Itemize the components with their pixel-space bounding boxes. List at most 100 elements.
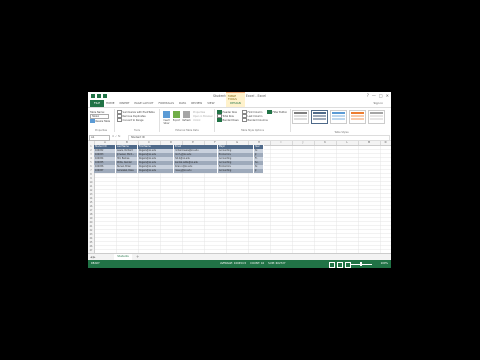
fx-icon[interactable]: ✕ ✓ fx bbox=[112, 135, 120, 138]
table-cell[interactable]: Accounting bbox=[218, 169, 254, 173]
window-controls: ? — □ ✕ bbox=[367, 93, 389, 98]
filter-button-label: Filter Button bbox=[272, 110, 288, 114]
normal-view-icon[interactable] bbox=[329, 261, 335, 268]
summarize-pivottable-label: Summarize with PivotTable bbox=[122, 110, 155, 114]
group-external-data: Insert Slicer Export Refresh Properties … bbox=[160, 109, 215, 132]
column-header[interactable]: L bbox=[336, 141, 359, 145]
swatch-header bbox=[351, 112, 364, 114]
worksheet-grid[interactable]: A B C D E F G H I J K L M N 1 2 3 4 5 6 7 8 9 10 1… bbox=[88, 141, 391, 253]
swatch-band bbox=[370, 118, 383, 120]
insert-slicer-button[interactable]: Insert Slicer bbox=[162, 111, 171, 125]
help-icon[interactable]: ? bbox=[367, 93, 369, 98]
group-label-properties: Properties bbox=[94, 129, 108, 132]
swatch-band bbox=[313, 118, 326, 120]
tab-home[interactable]: HOME bbox=[106, 101, 115, 105]
table-styles-gallery bbox=[292, 110, 385, 124]
table-cell[interactable]: Gonzalez, Rosa bbox=[116, 169, 138, 173]
table-style-swatch[interactable] bbox=[368, 110, 385, 124]
tab-review[interactable]: REVIEW bbox=[191, 101, 202, 105]
group-label-style-options: Table Style Options bbox=[241, 129, 264, 132]
table-style-swatch[interactable] bbox=[330, 110, 347, 124]
banded-rows-label: Banded Rows bbox=[222, 118, 239, 122]
unlink-label: Unlink bbox=[193, 118, 201, 122]
column-header[interactable]: I bbox=[270, 141, 293, 145]
group-style-options: Header Row Total Row Banded Rows First C… bbox=[215, 109, 291, 132]
tab-design[interactable]: DESIGN bbox=[226, 100, 245, 107]
table-cell[interactable]: Jr. bbox=[254, 169, 264, 173]
page-break-view-icon[interactable] bbox=[345, 261, 351, 268]
first-column-label: First Column bbox=[247, 110, 263, 114]
filter-button-checkbox[interactable]: Filter Button bbox=[267, 109, 288, 115]
checkbox-icon bbox=[267, 109, 272, 115]
column-header[interactable]: N bbox=[380, 141, 391, 145]
ribbon: Table Name: Table1 Resize Table Properti… bbox=[88, 107, 391, 135]
column-header[interactable]: M bbox=[358, 141, 381, 145]
formula-bar: A1 ✕ ✓ fx Student ID bbox=[88, 134, 391, 141]
checkbox-icon bbox=[217, 117, 222, 123]
refresh-button[interactable]: Refresh bbox=[182, 111, 191, 122]
table-cell[interactable]: 100457 bbox=[94, 169, 116, 173]
ribbon-tab-list: HOME INSERT PAGE LAYOUT FORMULAS DATA RE… bbox=[106, 101, 214, 105]
swatch-band bbox=[332, 115, 345, 117]
swatch-band bbox=[351, 115, 364, 117]
export-button[interactable]: Export bbox=[172, 111, 181, 122]
table-row: 100457 Gonzalez, Rosa Rogers@xx.edu rosa… bbox=[94, 169, 264, 173]
resize-table-label: Resize Table bbox=[95, 119, 111, 123]
minimize-icon[interactable]: — bbox=[372, 93, 376, 98]
swatch-band bbox=[294, 115, 307, 117]
swatch-band bbox=[294, 118, 307, 120]
tab-insert[interactable]: INSERT bbox=[120, 101, 130, 105]
swatch-band bbox=[351, 118, 364, 120]
close-icon[interactable]: ✕ bbox=[386, 93, 389, 98]
convert-to-range-label: Convert to Range bbox=[122, 118, 144, 122]
export-label: Export bbox=[172, 119, 181, 122]
refresh-label: Refresh bbox=[182, 119, 191, 122]
swatch-header bbox=[332, 112, 345, 114]
checkbox-icon bbox=[242, 117, 247, 123]
status-stats: AVERAGE: 100454.5 COUNT: 42 SUM: 602727 bbox=[220, 262, 286, 265]
sign-in-link[interactable]: Sign in bbox=[373, 101, 383, 105]
status-bar: READY AVERAGE: 100454.5 COUNT: 42 SUM: 6… bbox=[88, 260, 391, 268]
table-style-swatch[interactable] bbox=[292, 110, 309, 124]
total-row-label: Total Row bbox=[222, 114, 234, 118]
open-in-browser-button[interactable]: Open in Browser bbox=[193, 114, 213, 118]
unlink-button[interactable]: Unlink bbox=[193, 118, 213, 122]
convert-to-range-button[interactable]: Convert to Range bbox=[117, 117, 157, 123]
excel-window: Students - Microsoft Excel - Excel TABLE… bbox=[88, 92, 391, 268]
table-style-swatch-selected[interactable] bbox=[311, 110, 328, 124]
tab-file[interactable]: FILE bbox=[90, 100, 104, 107]
banded-rows-checkbox[interactable]: Banded Rows bbox=[217, 117, 239, 123]
banded-columns-label: Banded Columns bbox=[247, 118, 268, 122]
swatch-band bbox=[370, 115, 383, 117]
table-cell[interactable]: Rogers@xx.edu bbox=[138, 169, 174, 173]
refresh-icon bbox=[183, 111, 190, 118]
title-bar: Students - Microsoft Excel - Excel TABLE… bbox=[88, 92, 391, 101]
column-header[interactable]: J bbox=[292, 141, 315, 145]
table-style-swatch[interactable] bbox=[349, 110, 366, 124]
tab-formulas[interactable]: FORMULAS bbox=[158, 101, 174, 105]
banded-columns-checkbox[interactable]: Banded Columns bbox=[242, 117, 268, 123]
group-tools: Summarize with PivotTable Remove Duplica… bbox=[115, 109, 160, 132]
tab-page-layout[interactable]: PAGE LAYOUT bbox=[134, 101, 153, 105]
column-header[interactable]: K bbox=[314, 141, 337, 145]
ribbon-tabs: FILE HOME INSERT PAGE LAYOUT FORMULAS DA… bbox=[88, 100, 391, 107]
tab-data[interactable]: DATA bbox=[179, 101, 186, 105]
swatch-header bbox=[370, 112, 383, 114]
slicer-icon bbox=[163, 111, 170, 118]
resize-icon bbox=[90, 118, 95, 124]
summarize-pivottable-button[interactable]: Summarize with PivotTable bbox=[117, 109, 157, 115]
export-icon bbox=[173, 111, 180, 118]
page-layout-view-icon[interactable] bbox=[337, 261, 343, 268]
sheet-nav-arrows-icon[interactable]: ◀ ▶ bbox=[90, 255, 96, 259]
convert-range-icon bbox=[117, 117, 122, 123]
group-label-external-data: External Table Data bbox=[175, 129, 199, 132]
insert-slicer-label: Insert Slicer bbox=[163, 119, 170, 125]
tab-view[interactable]: VIEW bbox=[207, 101, 214, 105]
swatch-band bbox=[313, 115, 326, 117]
table-cell[interactable]: rosa.g@xx.edu bbox=[174, 169, 218, 173]
maximize-icon[interactable]: □ bbox=[379, 93, 383, 98]
resize-table-button[interactable]: Resize Table bbox=[90, 118, 112, 124]
zoom-level[interactable]: 100% bbox=[381, 262, 388, 265]
zoom-slider-thumb[interactable] bbox=[360, 262, 362, 266]
header-row-label: Header Row bbox=[222, 110, 237, 114]
